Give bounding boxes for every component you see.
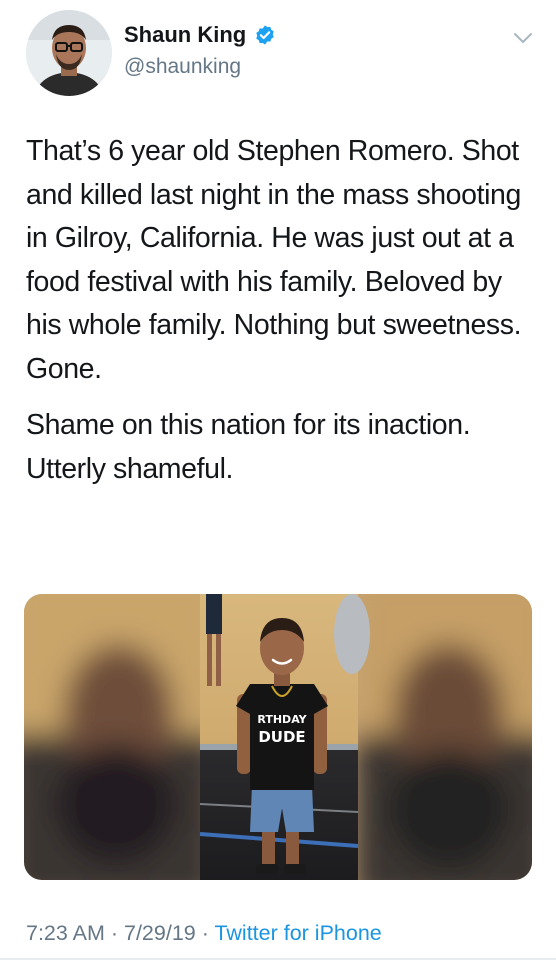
author-name-line[interactable]: Shaun King [124,22,276,48]
tweet-source-link[interactable]: Twitter for iPhone [214,921,381,945]
footer-separator: · [104,921,124,945]
tweet-date[interactable]: 7/29/19 [124,921,196,945]
shirt-text-top: RTHDAY [257,713,307,726]
avatar-image [26,10,112,96]
tweet-footer: 7:23 AM · 7/29/19 · Twitter for iPhone [26,918,382,948]
avatar[interactable] [26,10,112,96]
tweet-paragraph: Shame on this nation for its inaction. U… [26,409,471,485]
shirt-text-bottom: DUDE [258,728,305,746]
photo-boy-birthday-shirt: RTHDAY DUDE [24,594,532,880]
tweet-paragraph: That’s 6 year old Stephen Romero. Shot a… [26,135,522,385]
tweet-body: That’s 6 year old Stephen Romero. Shot a… [26,130,536,491]
tweet-header: Shaun King @shaunking [0,0,556,110]
tweet-media-image[interactable]: RTHDAY DUDE [24,594,532,880]
tweet-time[interactable]: 7:23 AM [26,921,105,945]
author-display-name[interactable]: Shaun King [124,22,246,48]
author-handle[interactable]: @shaunking [124,54,241,80]
footer-separator: · [195,921,215,945]
verified-badge-icon [254,24,276,46]
chevron-down-icon[interactable] [510,28,536,48]
